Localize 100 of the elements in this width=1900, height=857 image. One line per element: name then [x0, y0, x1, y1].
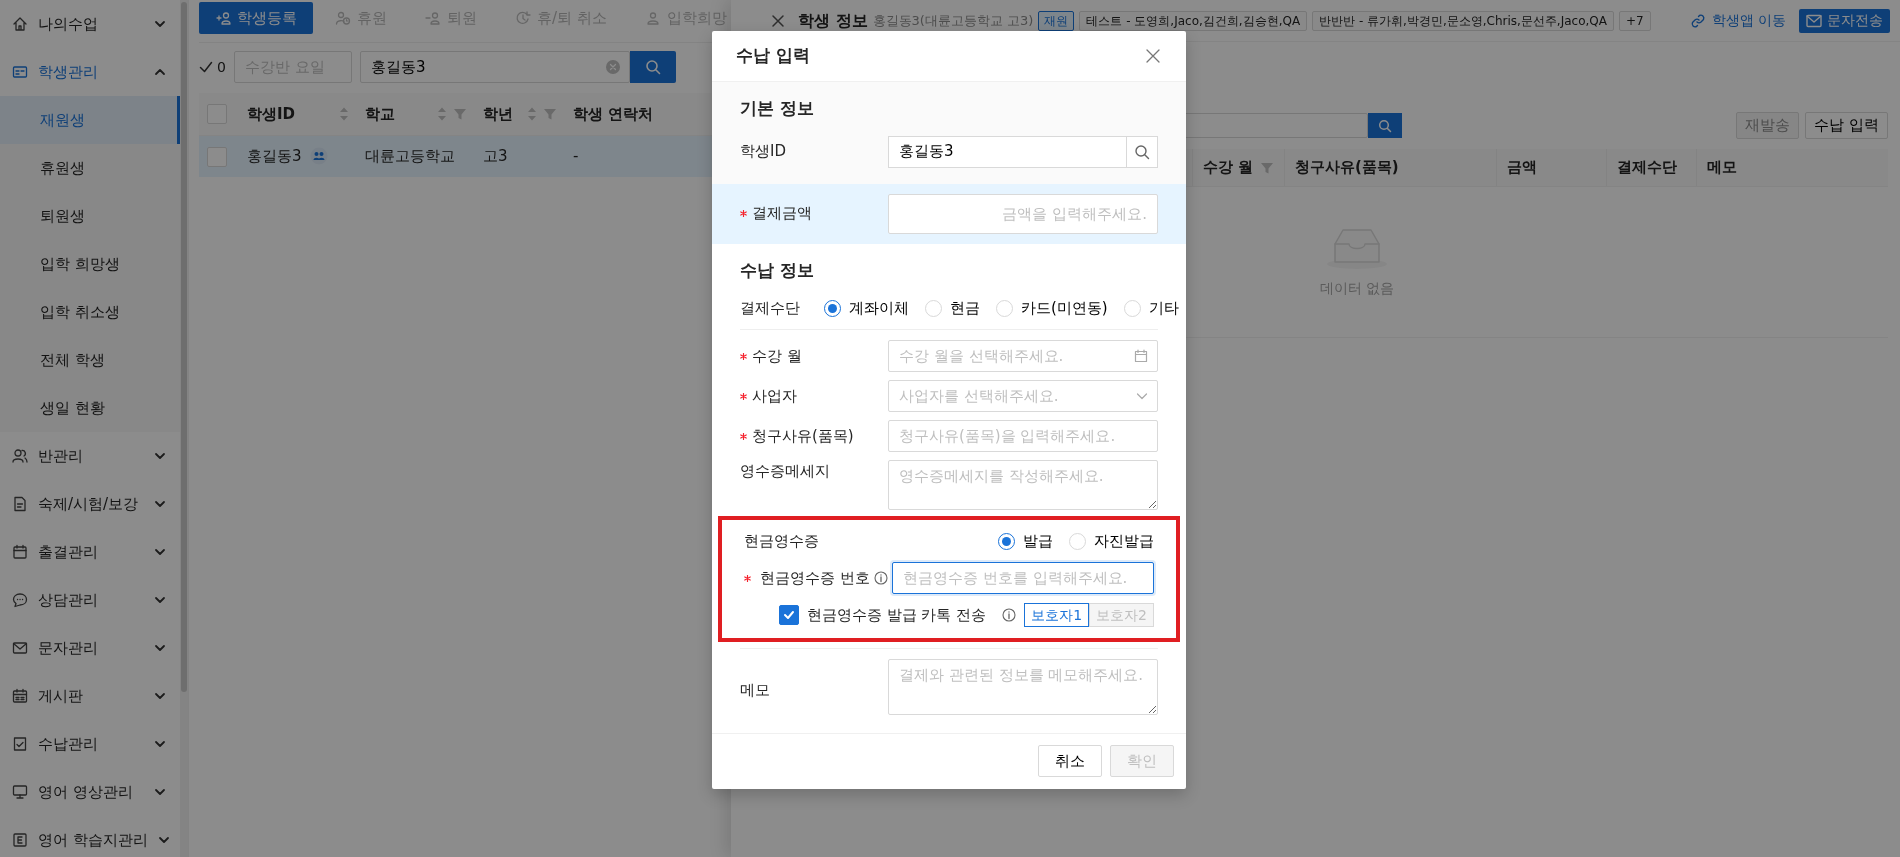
radio-option[interactable]: 현금	[925, 296, 980, 320]
action-button[interactable]: 수납 입력	[1805, 112, 1888, 139]
column-header[interactable]: 학생ID	[247, 102, 333, 125]
footer-button[interactable]: 취소	[1038, 745, 1102, 777]
close-button[interactable]	[1144, 47, 1162, 65]
sidebar-item[interactable]: 문자관리	[0, 624, 180, 672]
column-header[interactable]: 결제수단	[1617, 156, 1686, 179]
toolbar-button[interactable]: 학생등록	[199, 2, 313, 34]
info-icon	[873, 571, 888, 585]
clear-icon[interactable]	[605, 60, 620, 74]
user-icon	[644, 10, 661, 26]
sidebar-subitem[interactable]: 전체 학생	[0, 336, 180, 384]
status-tag: 재원	[1038, 10, 1075, 31]
search-icon	[644, 59, 661, 75]
filter-icon[interactable]	[1260, 160, 1274, 175]
column-header[interactable]: 학교	[365, 102, 431, 125]
sidebar-item[interactable]: 나의수업	[0, 0, 180, 48]
sidebar-subitem[interactable]: 휴원생	[0, 144, 180, 192]
filter-icon[interactable]	[543, 106, 557, 121]
field-label: 영수증메세지	[740, 461, 830, 482]
radio-option[interactable]: 카드(미연동)	[996, 296, 1108, 320]
field-label: 현금영수증	[744, 530, 819, 552]
radio-option[interactable]: 계좌이체	[824, 296, 909, 320]
amount-field[interactable]: 금액을 입력해주세요.	[888, 193, 1158, 234]
search-button[interactable]	[1126, 135, 1158, 168]
table-cell: -	[573, 147, 579, 165]
sidebar-subitem[interactable]: 퇴원생	[0, 192, 180, 240]
app-link[interactable]: 학생앱 이동	[1689, 10, 1786, 31]
student-id-field[interactable]: 홍길동3	[888, 135, 1126, 168]
field-label: 청구사유(품목)	[752, 425, 854, 447]
sort-icon[interactable]	[527, 105, 537, 122]
table-cell: 고3	[483, 147, 508, 165]
more-tag[interactable]: +7	[1618, 10, 1651, 31]
date-picker[interactable]: 수강 월을 선택해주세요.	[888, 340, 1158, 372]
column-header[interactable]: 학생 연락처	[573, 102, 713, 125]
sort-icon[interactable]	[437, 105, 447, 122]
sidebar-item[interactable]: 상담관리	[0, 576, 180, 624]
close-icon	[1146, 49, 1160, 63]
radio-option[interactable]: 발급	[998, 529, 1053, 553]
cash-receipt-number-field[interactable]: 현금영수증 번호를 입력해주세요.	[892, 562, 1154, 594]
id-card-icon	[12, 64, 28, 80]
search-button[interactable]	[1368, 113, 1402, 138]
monitor-icon	[12, 784, 28, 800]
column-header[interactable]: 수강 월	[1203, 156, 1260, 179]
drawer-title: 학생 정보	[798, 9, 868, 32]
sidebar-subitem[interactable]: 입학 취소생	[0, 288, 180, 336]
scrollbar[interactable]	[181, 2, 187, 692]
check-icon	[782, 609, 795, 621]
user-minus-icon	[425, 10, 441, 26]
board-icon	[12, 688, 28, 704]
sort-icon[interactable]	[339, 105, 349, 122]
column-header[interactable]: 메모	[1707, 156, 1878, 179]
mail-icon	[12, 640, 28, 656]
chat-icon	[12, 592, 28, 608]
segment-button[interactable]: 보호자1	[1024, 603, 1090, 627]
mail-icon	[1806, 13, 1822, 28]
field-label: 결제수단	[740, 297, 800, 319]
sidebar-item[interactable]: 게시판	[0, 672, 180, 720]
table-row[interactable]: 홍길동3 대륜고등학교 고3 -	[199, 135, 721, 177]
section-heading: 기본 정보	[740, 97, 815, 120]
memo-field[interactable]: 결제와 관련된 정보를 메모해주세요.	[888, 659, 1158, 715]
select-field[interactable]: 사업자를 선택해주세요.	[888, 380, 1158, 412]
home-icon	[12, 16, 28, 32]
text-area[interactable]: 영수증메세지를 작성해주세요.	[888, 460, 1158, 510]
filter-icon[interactable]	[453, 106, 467, 121]
checkbox[interactable]	[778, 605, 799, 625]
info-icon	[1002, 608, 1017, 622]
column-header[interactable]: 청구사유(품목)	[1295, 156, 1486, 179]
text-field[interactable]: 청구사유(품목)을 입력해주세요.	[888, 420, 1158, 452]
class-tag: 반반반 - 류가휘,박경민,문소영,Chris,문선주,Jaco,QA	[1312, 10, 1614, 31]
sidebar-subitem[interactable]: 입학 희망생	[0, 240, 180, 288]
field-label: 현금영수증 번호	[760, 567, 870, 589]
table-cell-text: 홍길동3	[247, 146, 302, 167]
sidebar-subitem[interactable]: 재원생	[0, 96, 180, 144]
user-clock-icon	[335, 10, 351, 26]
sidebar-item[interactable]: 학생관리	[0, 48, 180, 96]
sidebar-subitem[interactable]: 생일 현황	[0, 384, 180, 432]
people-icon	[12, 448, 28, 464]
sidebar-item[interactable]: 반관리	[0, 432, 180, 480]
calendar-icon	[1134, 349, 1148, 363]
sidebar-item[interactable]: 출결관리	[0, 528, 180, 576]
sidebar-item[interactable]: 영어 학습지관리	[0, 816, 180, 857]
radio-option[interactable]: 자진발급	[1069, 529, 1154, 553]
search-button[interactable]	[629, 51, 676, 83]
group-icon	[309, 147, 328, 166]
class-tag: 테스트 - 도영희,Jaco,김건희,김승현,QA	[1079, 10, 1308, 31]
column-header[interactable]: 금액	[1507, 156, 1596, 179]
column-header[interactable]: 학년	[483, 102, 521, 125]
search-field[interactable]: 홍길동3	[359, 51, 630, 83]
sidebar-item[interactable]: 숙제/시험/보강	[0, 480, 180, 528]
radio-option[interactable]: 기타	[1123, 296, 1179, 320]
student-subtitle: 홍길동3(대륜고등학교 고3)	[872, 11, 1034, 30]
close-icon[interactable]	[771, 13, 785, 28]
sidebar-item[interactable]: 영어 영상관리	[0, 768, 180, 816]
sidebar-item[interactable]: 수납관리	[0, 720, 180, 768]
table-cell: 대륜고등학교	[365, 147, 455, 165]
document-icon	[12, 496, 28, 512]
sms-button[interactable]: 문자전송	[1799, 8, 1890, 33]
receipt-icon	[12, 736, 28, 752]
check-icon	[199, 60, 213, 74]
